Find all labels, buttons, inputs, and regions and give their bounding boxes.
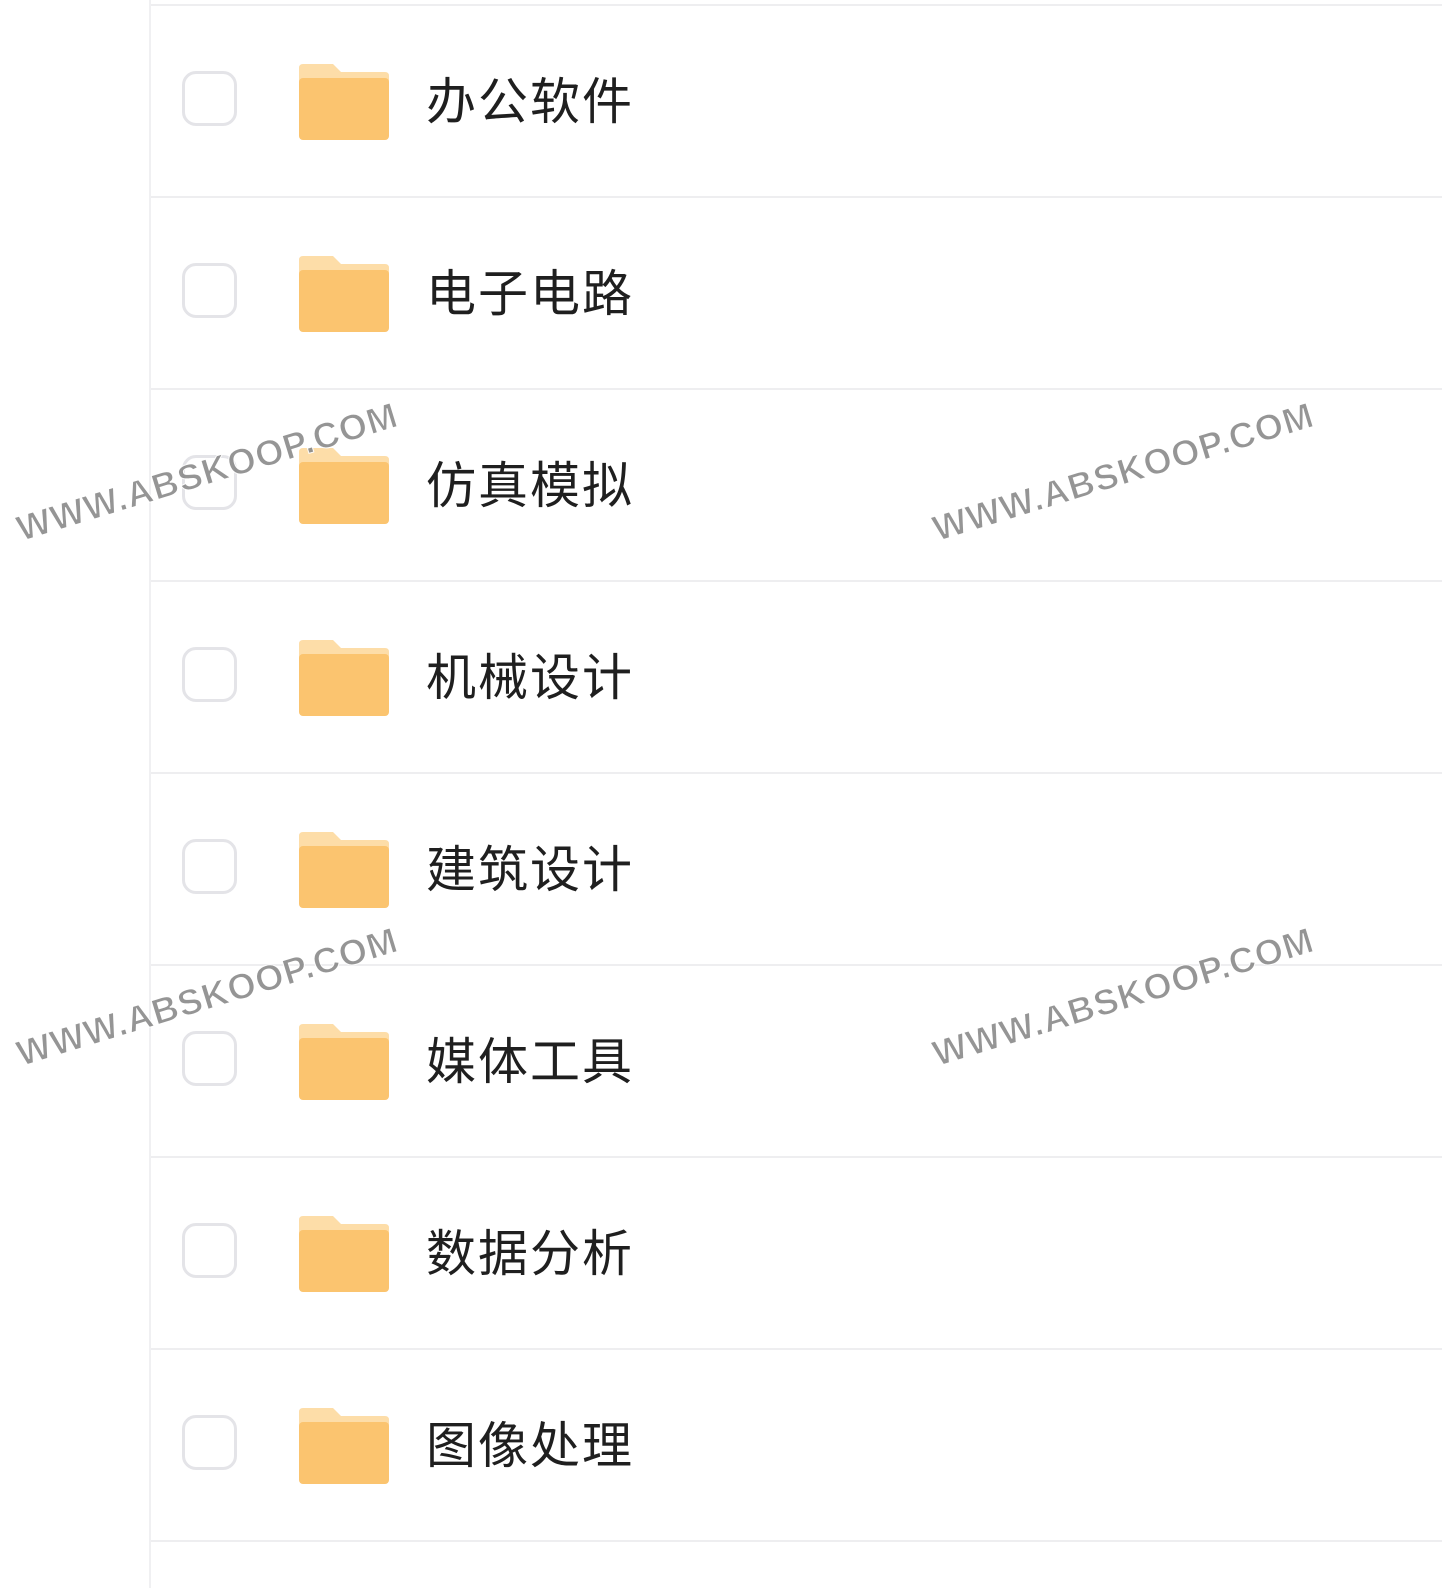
row-checkbox[interactable] [182,1223,237,1278]
list-item[interactable]: 电子电路 [151,198,1442,390]
list-item[interactable]: 办公软件 [151,6,1442,198]
list-item[interactable]: 机械设计 [151,582,1442,774]
folder-name: 办公软件 [426,73,634,131]
folder-icon [299,256,389,332]
folder-icon [299,448,389,524]
folder-name: 图像处理 [426,1417,634,1475]
row-checkbox[interactable] [182,1415,237,1470]
file-list-panel: 办公软件 电子电路 仿真模拟 机械设计 建筑设计 媒体工具 数据分析 图像处理 [149,0,1442,1588]
folder-icon [299,832,389,908]
list-item[interactable]: 建筑设计 [151,774,1442,966]
folder-icon [299,64,389,140]
row-checkbox[interactable] [182,71,237,126]
file-list: 办公软件 电子电路 仿真模拟 机械设计 建筑设计 媒体工具 数据分析 图像处理 [151,6,1442,1542]
folder-name: 仿真模拟 [426,457,634,515]
row-checkbox[interactable] [182,1031,237,1086]
folder-icon [299,1408,389,1484]
page: 办公软件 电子电路 仿真模拟 机械设计 建筑设计 媒体工具 数据分析 图像处理 … [0,0,1442,1588]
folder-name: 媒体工具 [426,1033,634,1091]
folder-name: 建筑设计 [426,841,634,899]
list-item[interactable]: 数据分析 [151,1158,1442,1350]
row-checkbox[interactable] [182,455,237,510]
row-checkbox[interactable] [182,263,237,318]
sidebar-area [0,0,149,1588]
folder-icon [299,640,389,716]
list-item[interactable]: 仿真模拟 [151,390,1442,582]
folder-name: 机械设计 [426,649,634,707]
row-checkbox[interactable] [182,839,237,894]
folder-name: 电子电路 [426,265,634,323]
folder-icon [299,1216,389,1292]
list-item[interactable]: 媒体工具 [151,966,1442,1158]
folder-name: 数据分析 [426,1225,634,1283]
folder-icon [299,1024,389,1100]
list-item[interactable]: 图像处理 [151,1350,1442,1542]
row-checkbox[interactable] [182,647,237,702]
